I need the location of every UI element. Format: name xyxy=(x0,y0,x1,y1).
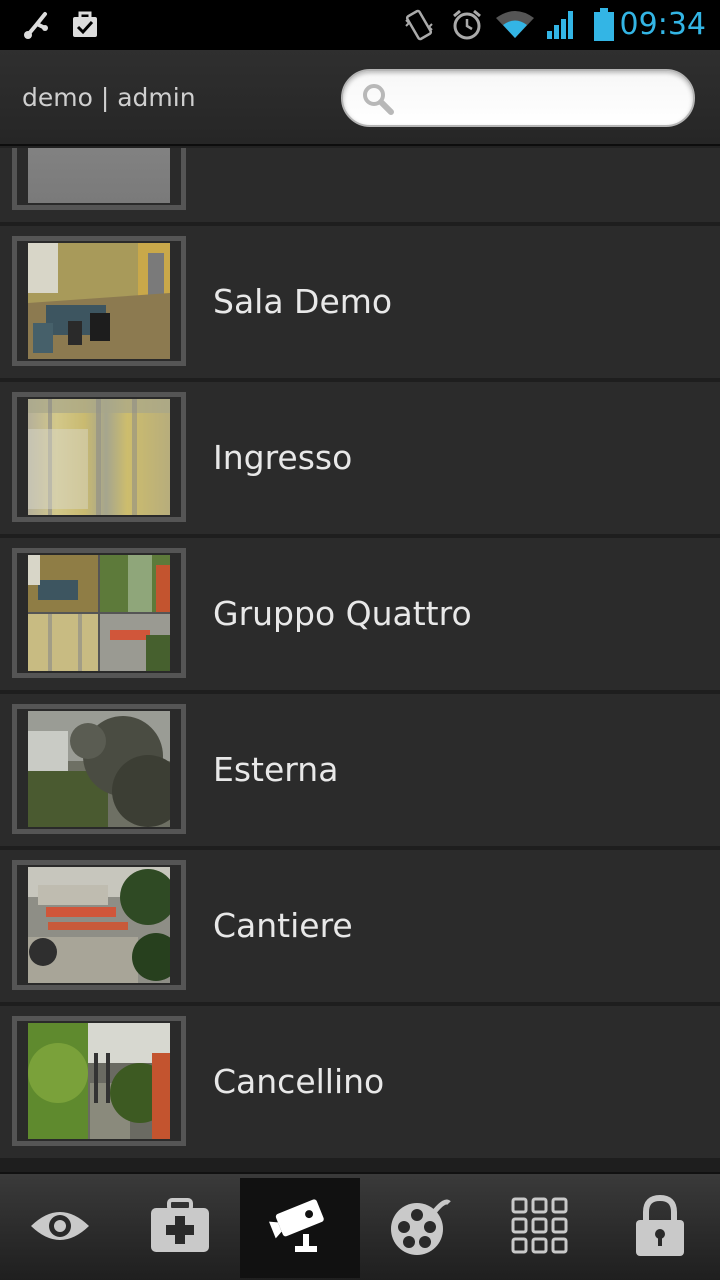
camera-thumbnail xyxy=(28,555,170,671)
camera-thumbnail-frame xyxy=(12,860,186,990)
camera-name: Ingresso xyxy=(213,438,353,477)
search-input[interactable] xyxy=(403,79,679,117)
task-check-icon xyxy=(70,0,100,50)
camera-thumbnail-frame xyxy=(12,1016,186,1146)
medical-kit-icon xyxy=(149,1198,211,1258)
camera-name: Sala Demo xyxy=(213,282,393,321)
battery-icon xyxy=(592,0,616,50)
camera-thumbnail xyxy=(28,867,170,983)
wifi-icon xyxy=(494,0,536,50)
camera-list-item[interactable]: Esterna xyxy=(0,694,720,846)
tab-recordings[interactable] xyxy=(360,1178,480,1278)
camera-thumbnail xyxy=(28,711,170,827)
film-reel-icon xyxy=(389,1195,451,1261)
tab-cameras[interactable] xyxy=(240,1178,360,1278)
status-bar: 09:34 xyxy=(0,0,720,50)
camera-name: Esterna xyxy=(213,750,339,789)
camera-list[interactable]: Sala Demo Ingresso Gruppo Quattro Estern… xyxy=(0,148,720,1172)
signal-icon xyxy=(544,0,578,50)
grid-icon xyxy=(510,1196,570,1260)
security-camera-icon xyxy=(267,1196,333,1260)
camera-list-item[interactable]: Cancellino xyxy=(0,1006,720,1158)
alarm-icon xyxy=(450,0,484,50)
camera-thumbnail-frame xyxy=(12,548,186,678)
camera-name: Cancellino xyxy=(213,1062,385,1101)
user-label: demo | admin xyxy=(22,83,196,112)
tab-lock[interactable] xyxy=(600,1178,720,1278)
tab-medical[interactable] xyxy=(120,1178,240,1278)
camera-thumbnail-frame xyxy=(12,148,186,210)
lock-icon xyxy=(634,1194,686,1262)
camera-name: Cantiere xyxy=(213,906,353,945)
app-header: demo | admin xyxy=(0,50,720,146)
camera-list-item[interactable]: Cantiere xyxy=(0,850,720,1002)
camera-thumbnail-frame xyxy=(12,392,186,522)
tab-eye[interactable] xyxy=(0,1178,120,1278)
camera-thumbnail-frame xyxy=(12,704,186,834)
vibrate-icon xyxy=(403,0,435,50)
search-icon xyxy=(361,82,395,120)
status-time: 09:34 xyxy=(619,7,706,42)
camera-thumbnail xyxy=(28,1023,170,1139)
eye-icon xyxy=(29,1206,91,1250)
camera-thumbnail xyxy=(28,243,170,359)
bottom-nav xyxy=(0,1172,720,1280)
camera-list-item[interactable] xyxy=(0,148,720,222)
camera-list-item[interactable]: Ingresso xyxy=(0,382,720,534)
usb-debug-icon xyxy=(22,0,52,50)
search-box[interactable] xyxy=(341,69,695,127)
camera-thumbnail xyxy=(28,399,170,515)
camera-list-item[interactable]: Sala Demo xyxy=(0,226,720,378)
tab-grid[interactable] xyxy=(480,1178,600,1278)
camera-thumbnail-frame xyxy=(12,236,186,366)
camera-list-item[interactable]: Gruppo Quattro xyxy=(0,538,720,690)
camera-name: Gruppo Quattro xyxy=(213,594,472,633)
camera-thumbnail xyxy=(28,148,170,203)
